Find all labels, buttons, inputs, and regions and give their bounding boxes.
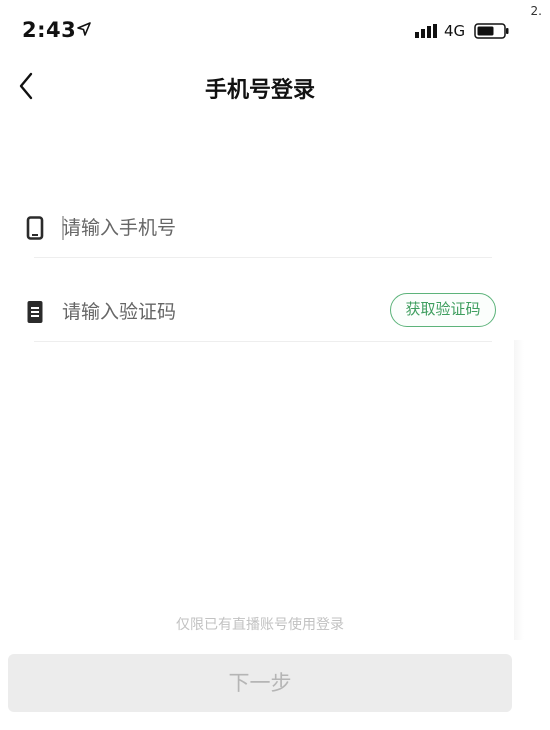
status-time: 2:43 <box>22 18 77 42</box>
text-cursor <box>62 216 64 240</box>
edge-shadow <box>514 340 524 640</box>
nav-bar: 手机号登录 <box>0 60 520 115</box>
phone-icon <box>26 216 44 240</box>
phone-row <box>22 198 496 258</box>
phone-screen: 2:43 4G 手机号登录 请输入手机号 请输入验证码 获取验证码 仅限已有直播… <box>0 0 524 730</box>
corner-mark: 2. <box>530 4 542 18</box>
row-divider <box>34 257 492 258</box>
page-title: 手机号登录 <box>204 78 315 103</box>
network-type: 4G <box>444 22 466 40</box>
login-hint: 仅限已有直播账号使用登录 <box>176 617 344 633</box>
status-bar: 2:43 4G <box>0 0 520 60</box>
get-code-button[interactable]: 获取验证码 <box>390 293 496 327</box>
code-row: 获取验证码 <box>22 282 496 342</box>
code-input[interactable] <box>62 294 322 330</box>
next-step-button[interactable]: 下一步 <box>8 654 512 712</box>
signal-icon <box>415 24 437 38</box>
row-divider <box>34 341 492 342</box>
phone-input[interactable] <box>62 210 382 246</box>
location-arrow-icon <box>77 22 91 36</box>
battery-icon <box>474 23 509 39</box>
document-icon <box>27 301 43 323</box>
